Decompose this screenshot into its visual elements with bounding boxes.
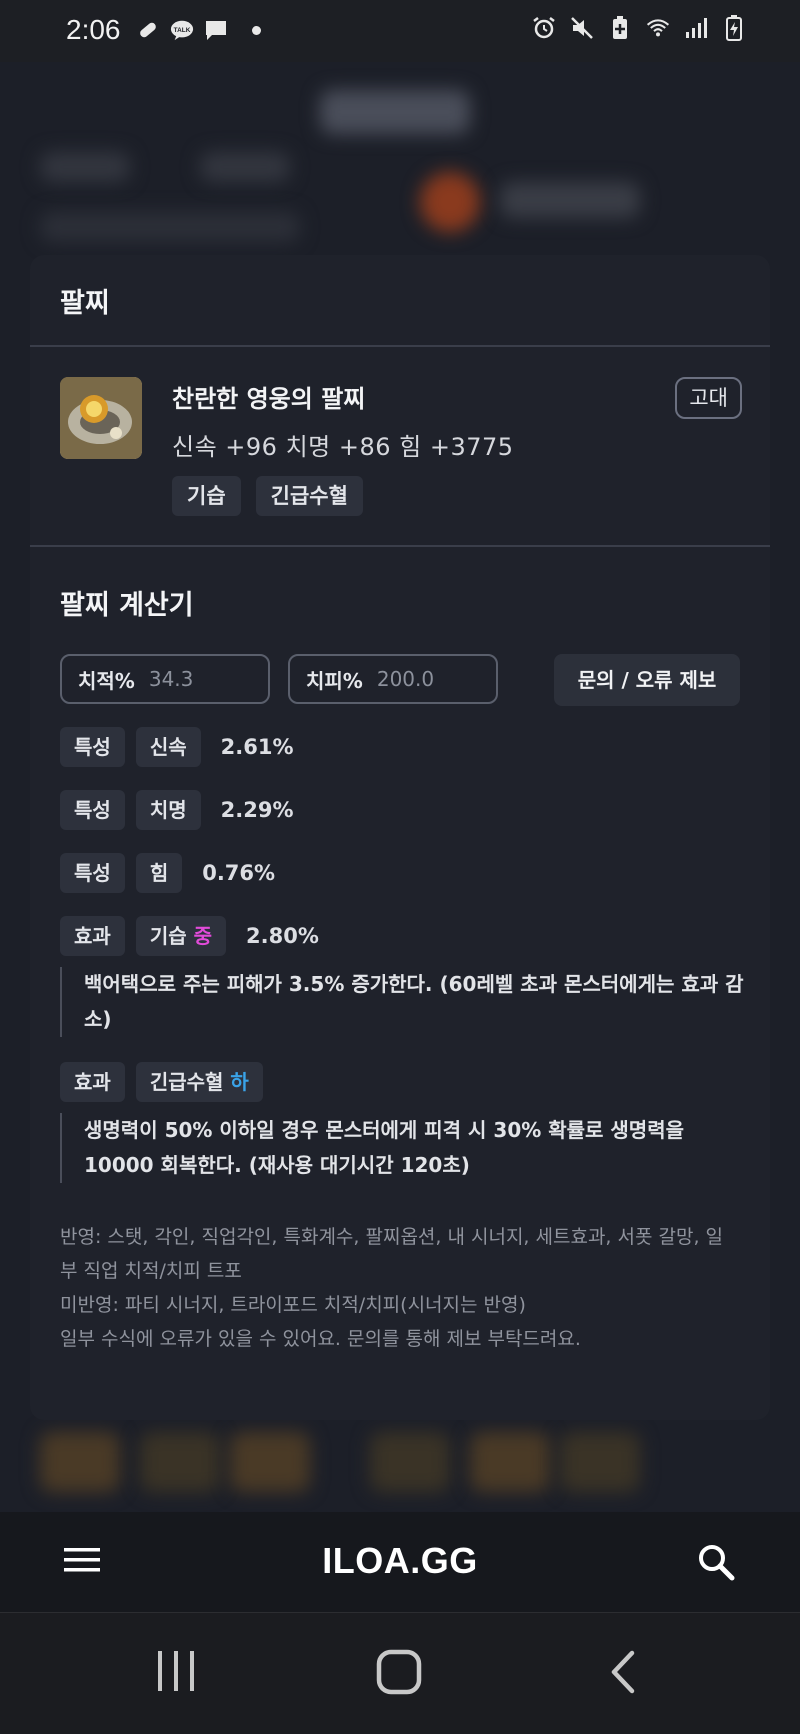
chat-icon bbox=[204, 18, 228, 42]
mute-icon bbox=[570, 16, 594, 40]
wifi-icon bbox=[646, 16, 670, 40]
bracelet-image bbox=[60, 377, 142, 459]
grade-badge: 고대 bbox=[675, 377, 742, 419]
row-type-tag: 특성 bbox=[60, 790, 125, 830]
row-type-tag: 특성 bbox=[60, 727, 125, 767]
background-blur bbox=[500, 182, 640, 218]
crit-rate-input[interactable]: 34.3 bbox=[149, 667, 249, 691]
effect-row: 효과 긴급수혈 하 bbox=[60, 1062, 263, 1102]
row-type-tag: 특성 bbox=[60, 853, 125, 893]
background-blur bbox=[230, 1432, 310, 1492]
item-stats: 신속 +96 치명 +86 힘 +3775 bbox=[172, 433, 514, 461]
row-value: 2.29% bbox=[220, 798, 294, 822]
crit-damage-input[interactable]: 200.0 bbox=[377, 667, 477, 691]
background-blur bbox=[560, 1432, 640, 1492]
crit-rate-label: 치적% bbox=[78, 668, 135, 693]
row-name-tag: 힘 bbox=[135, 853, 183, 893]
background-blur bbox=[470, 1432, 550, 1492]
item-tags: 기습 긴급수혈 bbox=[172, 476, 363, 516]
item-tag: 기습 bbox=[172, 476, 241, 516]
app-navbar: ILOA.GG bbox=[0, 1512, 800, 1612]
background-blur bbox=[140, 1432, 220, 1492]
search-icon[interactable] bbox=[696, 1542, 736, 1582]
effect-name: 기습 bbox=[149, 924, 187, 948]
background-blur bbox=[40, 1432, 120, 1492]
effect-description: 생명력이 50% 이하일 경우 몬스터에게 피격 시 30% 확률로 생명력을 … bbox=[60, 1113, 754, 1183]
row-name-tag: 신속 bbox=[135, 727, 201, 767]
report-button[interactable]: 문의 / 오류 제보 bbox=[554, 654, 740, 706]
kakaotalk-icon: TALK bbox=[170, 18, 194, 42]
effect-level: 중 bbox=[193, 924, 212, 948]
background-blur bbox=[370, 1432, 450, 1492]
status-time: 2:06 bbox=[66, 14, 121, 45]
background-blur bbox=[420, 172, 480, 232]
row-type-tag: 효과 bbox=[60, 916, 125, 956]
row-name-tag: 기습 중 bbox=[135, 916, 226, 956]
row-value: 2.61% bbox=[220, 735, 294, 759]
system-navbar bbox=[0, 1612, 800, 1734]
battery-saver-icon bbox=[608, 16, 632, 40]
stat-row: 특성 치명 2.29% bbox=[60, 790, 293, 830]
calculator-notes: 반영: 스탯, 각인, 직업각인, 특화계수, 팔찌옵션, 내 시너지, 세트효… bbox=[60, 1220, 740, 1356]
background-blur bbox=[40, 152, 130, 182]
background-blur bbox=[40, 212, 300, 242]
calculator-title: 팔찌 계산기 bbox=[60, 590, 194, 621]
recent-apps-icon[interactable] bbox=[156, 1649, 198, 1697]
crit-rate-field[interactable]: 치적% 34.3 bbox=[60, 654, 270, 704]
bandage-icon bbox=[136, 18, 160, 42]
row-value: 0.76% bbox=[202, 861, 276, 885]
stat-row: 특성 힘 0.76% bbox=[60, 853, 275, 893]
item-name: 찬란한 영웅의 팔찌 bbox=[172, 385, 366, 413]
effect-level: 하 bbox=[230, 1070, 249, 1094]
back-icon[interactable] bbox=[608, 1649, 638, 1699]
bracelet-modal: 팔찌 찬란한 영웅의 팔찌 고대 신속 +96 치명 +86 힘 +3775 기… bbox=[30, 255, 770, 1420]
note-line: 미반영: 파티 시너지, 트라이포드 치적/치피(시너지는 반영) bbox=[60, 1294, 526, 1316]
stat-row: 특성 신속 2.61% bbox=[60, 727, 293, 767]
item-tag: 긴급수혈 bbox=[255, 476, 363, 516]
note-line: 일부 수식에 오류가 있을 수 있어요. 문의를 통해 제보 부탁드려요. bbox=[60, 1328, 581, 1350]
dot-icon bbox=[252, 25, 261, 35]
row-name-tag: 긴급수혈 하 bbox=[135, 1062, 263, 1102]
effect-description: 백어택으로 주는 피해가 3.5% 증가한다. (60레벨 초과 몬스터에게는 … bbox=[60, 967, 754, 1037]
crit-damage-field[interactable]: 치피% 200.0 bbox=[288, 654, 498, 704]
effect-row: 효과 기습 중 2.80% bbox=[60, 916, 319, 956]
status-bar: 2:06 TALK bbox=[0, 0, 800, 62]
row-value: 2.80% bbox=[246, 924, 319, 948]
effect-name: 긴급수혈 bbox=[149, 1070, 224, 1094]
battery-icon bbox=[722, 15, 746, 41]
modal-title: 팔찌 bbox=[60, 287, 110, 319]
site-logo[interactable]: ILOA.GG bbox=[0, 1540, 800, 1582]
crit-damage-label: 치피% bbox=[306, 668, 363, 693]
modal-header: 팔찌 bbox=[30, 255, 770, 347]
svg-text:TALK: TALK bbox=[174, 27, 191, 34]
background-title-blur bbox=[320, 90, 470, 134]
home-icon[interactable] bbox=[376, 1649, 422, 1699]
note-line: 반영: 스탯, 각인, 직업각인, 특화계수, 팔찌옵션, 내 시너지, 세트효… bbox=[60, 1226, 724, 1282]
background-blur bbox=[200, 152, 290, 182]
bracelet-item: 찬란한 영웅의 팔찌 고대 신속 +96 치명 +86 힘 +3775 기습 긴… bbox=[30, 347, 770, 547]
signal-icon bbox=[684, 16, 708, 40]
row-type-tag: 효과 bbox=[60, 1062, 125, 1102]
alarm-icon bbox=[532, 16, 556, 40]
row-name-tag: 치명 bbox=[135, 790, 201, 830]
